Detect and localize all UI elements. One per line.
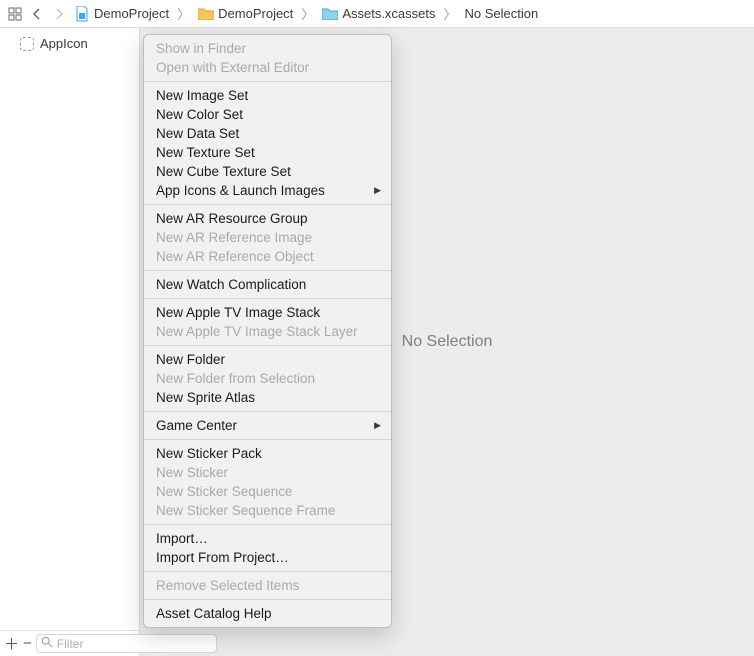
breadcrumb-folder[interactable]: DemoProject: [196, 0, 295, 27]
related-items-icon[interactable]: [6, 5, 24, 23]
menu-item-label: Open with External Editor: [156, 60, 309, 75]
menu-item-label: Import From Project…: [156, 550, 289, 565]
menu-item[interactable]: New Image Set: [144, 86, 391, 105]
filter-input[interactable]: [57, 637, 212, 651]
menu-item[interactable]: New Color Set: [144, 105, 391, 124]
sidebar-footer: ＋ −: [0, 630, 139, 656]
menu-item[interactable]: Import From Project…: [144, 548, 391, 567]
menu-item-label: New Apple TV Image Stack Layer: [156, 324, 358, 339]
menu-item: New Sticker Sequence Frame: [144, 501, 391, 520]
menu-item[interactable]: App Icons & Launch Images: [144, 181, 391, 200]
add-button[interactable]: ＋: [4, 634, 19, 654]
menu-item-label: New Sticker Sequence: [156, 484, 293, 499]
menu-item-label: New AR Reference Object: [156, 249, 314, 264]
asset-item-label: AppIcon: [40, 36, 88, 51]
menu-item: New AR Reference Object: [144, 247, 391, 266]
menu-item: New Sticker Sequence: [144, 482, 391, 501]
menu-item: Remove Selected Items: [144, 576, 391, 595]
menu-item-label: New Sticker: [156, 465, 228, 480]
menu-item-label: New Cube Texture Set: [156, 164, 291, 179]
folder-icon: [198, 6, 214, 22]
menu-item-label: Show in Finder: [156, 41, 246, 56]
project-icon: [74, 6, 90, 22]
forward-button[interactable]: [50, 5, 68, 23]
menu-item: New AR Reference Image: [144, 228, 391, 247]
menu-item-label: New Color Set: [156, 107, 243, 122]
menu-separator: [144, 204, 391, 205]
menu-item-label: New Sticker Pack: [156, 446, 262, 461]
menu-item[interactable]: New Apple TV Image Stack: [144, 303, 391, 322]
menu-item-label: Remove Selected Items: [156, 578, 299, 593]
menu-item-label: New AR Reference Image: [156, 230, 312, 245]
filter-icon: [41, 636, 53, 651]
asset-item-appicon[interactable]: AppIcon: [0, 34, 139, 53]
menu-item[interactable]: Import…: [144, 529, 391, 548]
breadcrumb-assets[interactable]: Assets.xcassets: [320, 0, 437, 27]
asset-sidebar: AppIcon ＋ −: [0, 28, 140, 656]
menu-item-label: New AR Resource Group: [156, 211, 308, 226]
menu-item-label: New Sticker Sequence Frame: [156, 503, 335, 518]
menu-item-label: New Folder: [156, 352, 225, 367]
menu-separator: [144, 298, 391, 299]
menu-item-label: New Image Set: [156, 88, 248, 103]
menu-item-label: Game Center: [156, 418, 237, 433]
appicon-icon: [20, 37, 34, 51]
breadcrumb-bar: DemoProject 〉 DemoProject 〉 Assets.xcass…: [0, 0, 754, 28]
menu-separator: [144, 599, 391, 600]
assets-folder-icon: [322, 6, 338, 22]
menu-separator: [144, 270, 391, 271]
menu-item: New Sticker: [144, 463, 391, 482]
remove-button[interactable]: −: [23, 634, 32, 654]
breadcrumb-label: No Selection: [465, 6, 539, 21]
context-menu: Show in Finder Open with External Editor N…: [143, 34, 392, 628]
menu-separator: [144, 571, 391, 572]
menu-item: New Apple TV Image Stack Layer: [144, 322, 391, 341]
menu-separator: [144, 439, 391, 440]
menu-item[interactable]: Game Center: [144, 416, 391, 435]
back-button[interactable]: [28, 5, 46, 23]
chevron-right-icon: 〉: [177, 4, 190, 23]
menu-item[interactable]: New AR Resource Group: [144, 209, 391, 228]
menu-separator: [144, 524, 391, 525]
menu-item-label: Import…: [156, 531, 208, 546]
menu-item-label: Asset Catalog Help: [156, 606, 272, 621]
chevron-right-icon: 〉: [301, 4, 314, 23]
menu-separator: [144, 81, 391, 82]
menu-item[interactable]: New Folder: [144, 350, 391, 369]
breadcrumb-label: DemoProject: [218, 6, 293, 21]
menu-item[interactable]: New Texture Set: [144, 143, 391, 162]
menu-item-label: New Apple TV Image Stack: [156, 305, 320, 320]
breadcrumb-label: Assets.xcassets: [342, 6, 435, 21]
filter-field[interactable]: [36, 634, 217, 653]
menu-item: Show in Finder: [144, 39, 391, 58]
menu-item: Open with External Editor: [144, 58, 391, 77]
menu-item[interactable]: New Cube Texture Set: [144, 162, 391, 181]
breadcrumb-label: DemoProject: [94, 6, 169, 21]
menu-item[interactable]: New Data Set: [144, 124, 391, 143]
menu-item-label: New Folder from Selection: [156, 371, 315, 386]
chevron-right-icon: 〉: [444, 4, 457, 23]
empty-selection-label: No Selection: [402, 333, 493, 351]
menu-item[interactable]: New Watch Complication: [144, 275, 391, 294]
menu-item: New Folder from Selection: [144, 369, 391, 388]
asset-list[interactable]: AppIcon: [0, 28, 139, 630]
menu-item[interactable]: New Sprite Atlas: [144, 388, 391, 407]
menu-item-label: App Icons & Launch Images: [156, 183, 325, 198]
menu-separator: [144, 345, 391, 346]
breadcrumb-selection[interactable]: No Selection: [463, 0, 541, 27]
menu-item-label: New Texture Set: [156, 145, 255, 160]
menu-item[interactable]: New Sticker Pack: [144, 444, 391, 463]
menu-item-label: New Sprite Atlas: [156, 390, 255, 405]
menu-separator: [144, 411, 391, 412]
menu-item[interactable]: Asset Catalog Help: [144, 604, 391, 623]
menu-item-label: New Watch Complication: [156, 277, 306, 292]
breadcrumb-project[interactable]: DemoProject: [72, 0, 171, 27]
menu-item-label: New Data Set: [156, 126, 239, 141]
